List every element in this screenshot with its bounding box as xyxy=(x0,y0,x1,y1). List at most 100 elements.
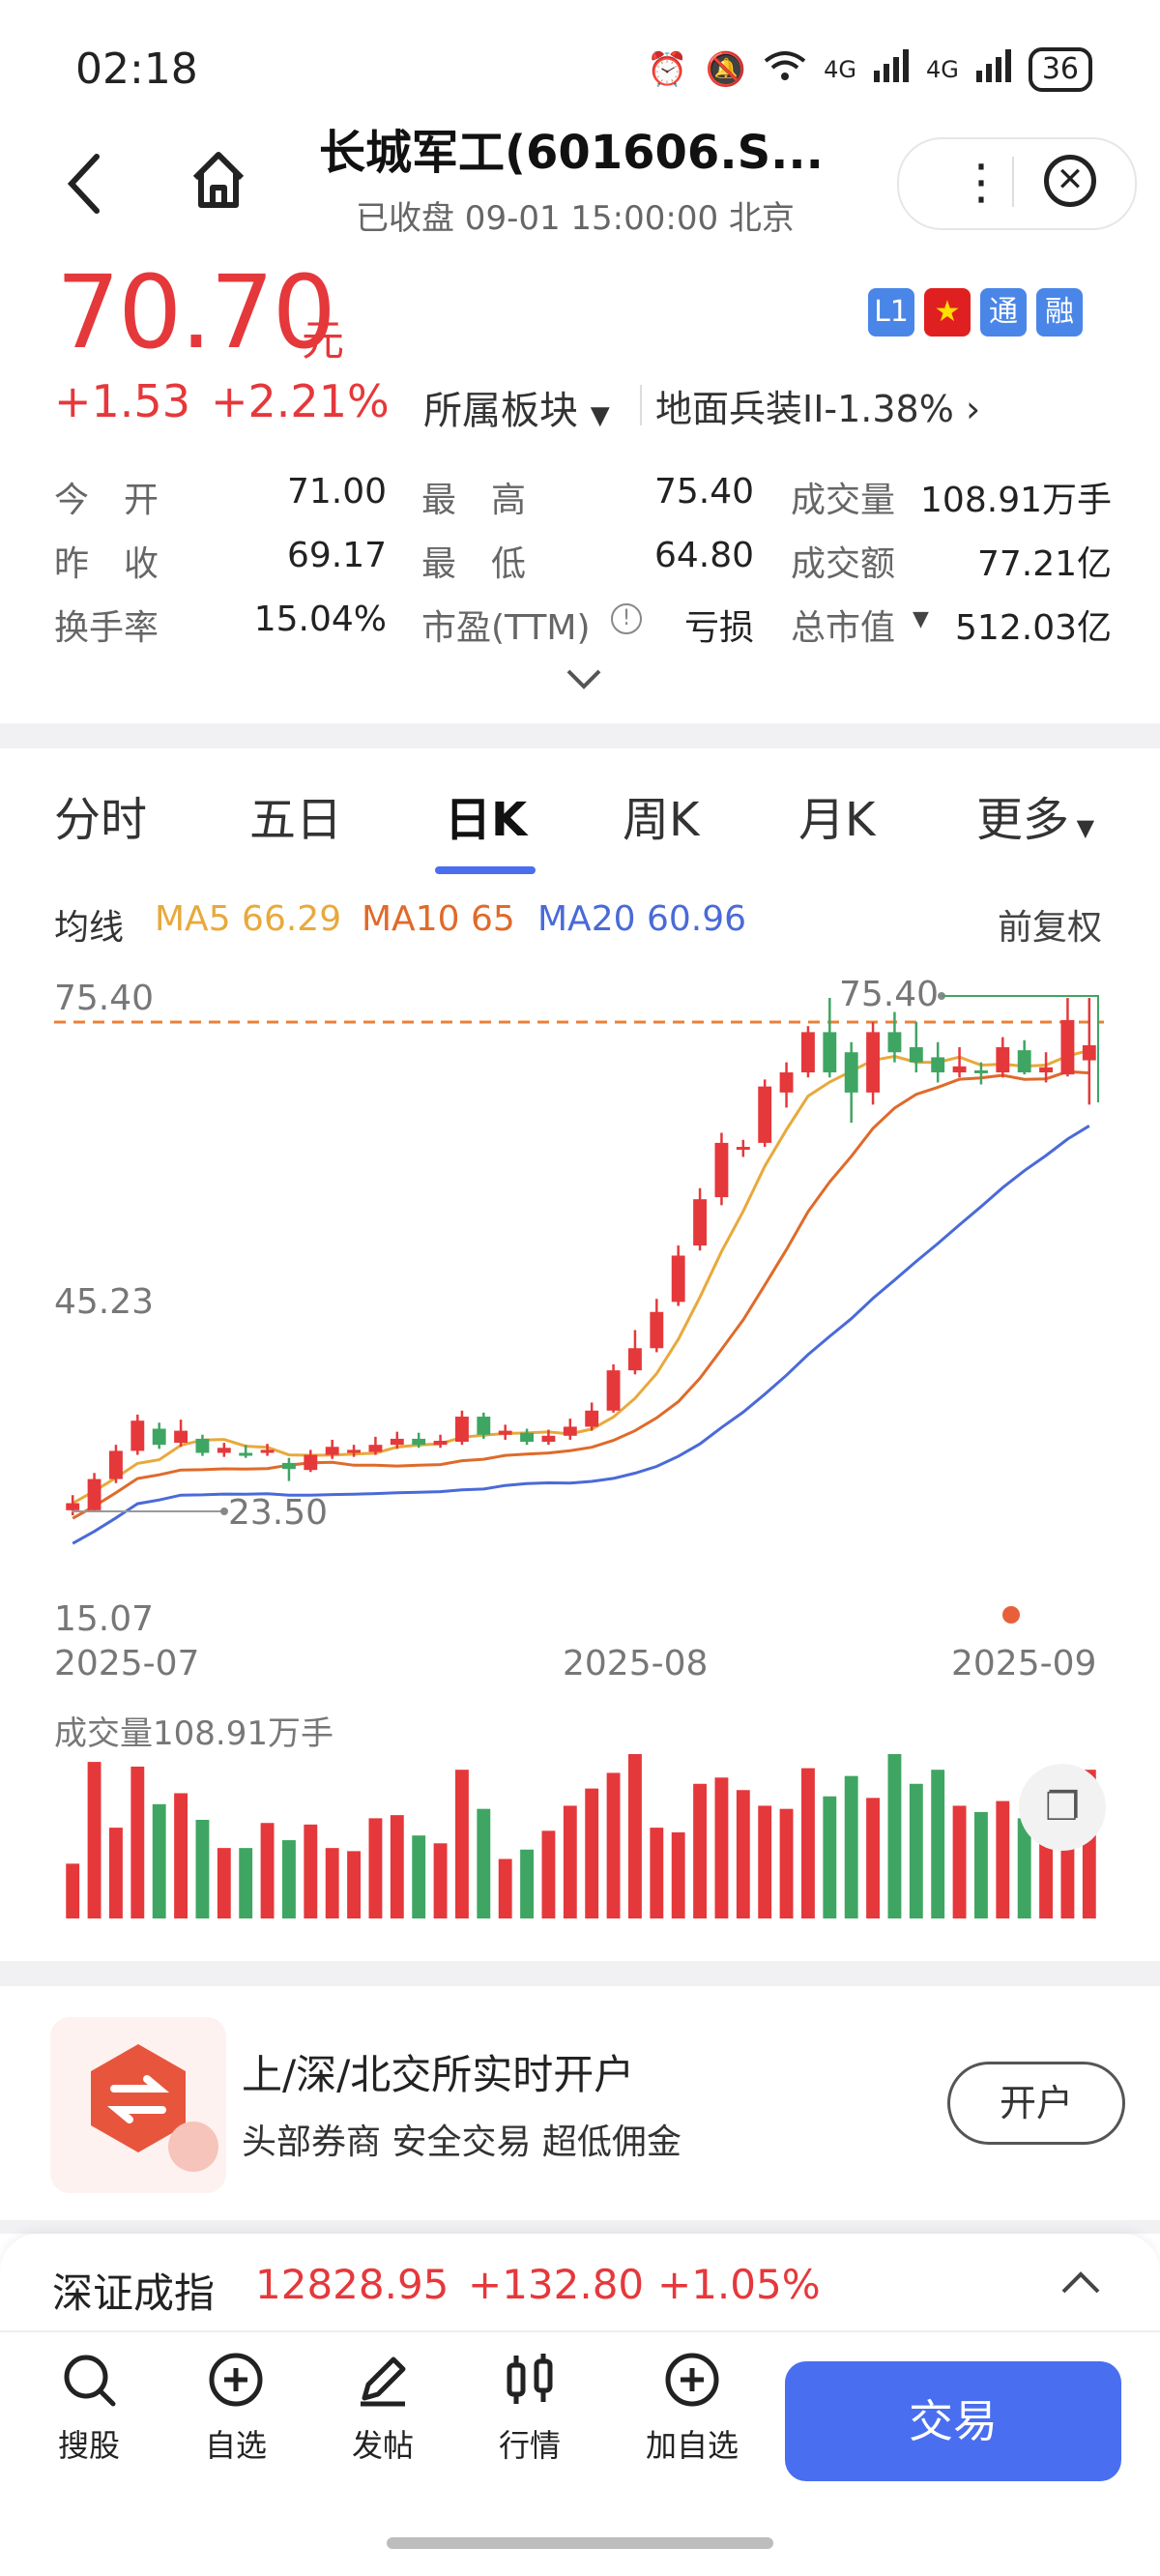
candle-body xyxy=(520,1432,534,1443)
tab-daily-k[interactable]: 日K xyxy=(445,781,527,849)
volume-bar xyxy=(260,1823,275,1918)
volume-label: 成交量108.91万手 xyxy=(54,1714,334,1753)
volume-bar xyxy=(779,1808,794,1918)
volume-bar xyxy=(152,1803,166,1918)
volume-bar xyxy=(109,1828,123,1918)
candles-icon xyxy=(507,2354,553,2404)
volume-bar xyxy=(887,1754,902,1918)
section-divider xyxy=(0,723,1160,748)
current-price: 70.70 xyxy=(56,253,336,371)
volume-bar xyxy=(282,1840,296,1918)
home-button[interactable] xyxy=(189,145,247,215)
price-unit: 元 xyxy=(302,316,344,366)
nav-label: 加自选 xyxy=(645,2427,739,2464)
y-axis-label: 45.23 xyxy=(54,1282,154,1322)
open-account-button[interactable]: 开户 xyxy=(947,2062,1125,2145)
volume-bar xyxy=(325,1848,339,1918)
tab-monthly-k[interactable]: 月K xyxy=(798,781,875,849)
stat-value: 15.04% xyxy=(253,600,387,639)
promo-subtitle: 头部券商 安全交易 超低佣金 xyxy=(242,2122,682,2162)
volume-bar xyxy=(801,1768,815,1918)
x-axis-label: 2025-08 xyxy=(563,1644,708,1683)
back-button[interactable] xyxy=(58,145,112,222)
search-icon xyxy=(64,2355,116,2407)
candle-body xyxy=(174,1430,188,1444)
nav-label: 自选 xyxy=(204,2427,267,2464)
y-axis-label: 75.40 xyxy=(54,979,154,1018)
volume-bar xyxy=(931,1770,945,1918)
candle-body xyxy=(433,1441,448,1446)
stat-label: 最 高 xyxy=(421,481,527,520)
active-tab-indicator xyxy=(435,866,536,874)
chevron-up-icon[interactable] xyxy=(1059,2270,1102,2299)
candle-body xyxy=(412,1438,426,1446)
market-status: 已收盘 09-01 15:00:00 北京 xyxy=(356,199,795,238)
volume-bar xyxy=(304,1824,318,1918)
nav-search[interactable]: 搜股 xyxy=(31,2350,147,2466)
ma20-line xyxy=(72,1125,1090,1545)
status-icons: ⏰ 🔕 4G 4G 36 xyxy=(647,46,1092,93)
nav-label: 行情 xyxy=(498,2427,561,2464)
volume-bar xyxy=(174,1793,188,1918)
nav-add-watchlist[interactable]: 加自选 xyxy=(634,2350,750,2466)
more-icon[interactable]: ⋮ xyxy=(957,158,1005,206)
volume-bar xyxy=(368,1818,383,1918)
stock-title: 长城军工(601606.S... xyxy=(319,126,824,180)
volume-bar xyxy=(477,1808,491,1918)
close-button[interactable]: ✕ xyxy=(1044,155,1096,207)
price-change: +1.53 xyxy=(54,375,190,427)
volume-bar xyxy=(844,1775,858,1918)
ma20-value: MA20 60.96 xyxy=(537,899,746,939)
sector-dropdown[interactable]: 所属板块 ▼ xyxy=(423,379,610,435)
nav-post[interactable]: 发帖 xyxy=(325,2350,441,2466)
industry-link[interactable]: 地面兵装II-1.38% › xyxy=(655,379,980,432)
candle-body xyxy=(844,1052,858,1093)
volume-bar xyxy=(736,1790,750,1918)
chevron-left-icon xyxy=(67,154,100,214)
volume-bar xyxy=(758,1805,772,1918)
signal-icon-1 xyxy=(873,48,909,91)
miniapp-capsule xyxy=(897,137,1137,230)
kline-chart[interactable]: 75.40 45.23 15.07 2025-07 2025-08 2025-09 75.4… xyxy=(0,967,1160,1934)
tab-minute[interactable]: 分时 xyxy=(54,781,147,849)
expand-button[interactable] xyxy=(565,667,603,690)
tab-weekly-k[interactable]: 周K xyxy=(623,781,699,849)
candle-body xyxy=(909,1047,923,1063)
status-time: 02:18 xyxy=(75,44,198,94)
stat-label: 成交额 xyxy=(791,544,896,584)
pencil-icon xyxy=(361,2356,406,2407)
stat-label[interactable]: 总市值 xyxy=(791,600,895,650)
chevron-down-icon xyxy=(566,669,601,689)
plus-circle-icon xyxy=(209,2353,263,2407)
volume-bar xyxy=(541,1830,556,1918)
nav-market[interactable]: 行情 xyxy=(472,2350,588,2466)
mute-icon: 🔕 xyxy=(705,50,747,89)
ma-label: 均线 xyxy=(54,908,125,948)
adjust-toggle[interactable]: 前复权 xyxy=(998,899,1102,950)
tab-five-day[interactable]: 五日 xyxy=(249,781,342,849)
tab-more[interactable]: 更多 ▼ xyxy=(976,781,1094,849)
candle-body xyxy=(628,1348,642,1371)
nav-watchlist[interactable]: 自选 xyxy=(178,2350,294,2466)
alarm-icon: ⏰ xyxy=(647,50,688,89)
stat-label: 成交量 xyxy=(791,481,896,520)
copy-icon[interactable]: ❐ xyxy=(1019,1764,1106,1851)
candle-body xyxy=(823,1032,837,1073)
low-marker-dot xyxy=(220,1508,228,1515)
ma5-line xyxy=(72,1048,1090,1505)
trade-button[interactable]: 交易 xyxy=(785,2361,1121,2481)
candle-body xyxy=(606,1370,621,1411)
candle-body xyxy=(758,1086,772,1143)
stat-value: 亏损 xyxy=(683,608,754,648)
candle-body xyxy=(477,1417,491,1435)
candle-body xyxy=(282,1462,296,1470)
promo-title: 上/深/北交所实时开户 xyxy=(242,2051,635,2098)
candle-body xyxy=(195,1438,210,1453)
index-change-pct: +1.05% xyxy=(657,2261,821,2308)
candle-body xyxy=(498,1430,512,1435)
candle-body xyxy=(1039,1067,1053,1073)
volume-bar xyxy=(996,1800,1010,1918)
candle-body xyxy=(974,1069,988,1073)
candle-body xyxy=(239,1452,253,1456)
candle-body xyxy=(779,1072,794,1093)
